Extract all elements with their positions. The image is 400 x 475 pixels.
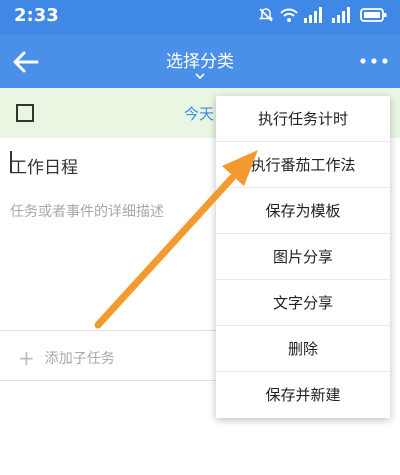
overflow-menu: 执行任务计时 执行番茄工作法 保存为模板 图片分享 文字分享 删除 保存并新建 [216,96,390,418]
more-options-icon[interactable] [358,51,390,71]
add-subtask-label: 添加子任务 [44,351,115,367]
description-field[interactable]: 任务或者事件的详细描述 [10,201,164,221]
menu-item-save-and-new[interactable]: 保存并新建 [216,372,390,418]
chevron-down-icon[interactable] [195,73,205,79]
battery-icon [360,8,387,22]
menu-item-save-template[interactable]: 保存为模板 [216,188,390,234]
menu-item-share-image[interactable]: 图片分享 [216,234,390,280]
menu-item-share-text[interactable]: 文字分享 [216,280,390,326]
menu-item-delete[interactable]: 删除 [216,326,390,372]
date-label[interactable]: 今天 [184,103,214,124]
divider [0,330,230,331]
app-bar: 选择分类 [0,34,400,88]
status-icons [258,7,388,23]
menu-item-task-timer[interactable]: 执行任务计时 [216,96,390,142]
add-subtask-button[interactable]: + 添加子任务 [18,346,115,370]
plus-icon: + [18,346,35,370]
category-selector-title[interactable]: 选择分类 [0,47,400,72]
task-title-field[interactable]: 工作日程 [10,153,78,178]
mute-icon [258,8,274,22]
menu-item-pomodoro[interactable]: 执行番茄工作法 [216,142,390,188]
signal-icon-2 [332,7,350,23]
status-bar: 2:33 [0,0,400,34]
signal-icon-1 [304,7,322,23]
wifi-icon [280,8,298,22]
status-time: 2:33 [14,5,59,26]
divider [0,380,230,381]
task-checkbox[interactable] [16,104,34,122]
